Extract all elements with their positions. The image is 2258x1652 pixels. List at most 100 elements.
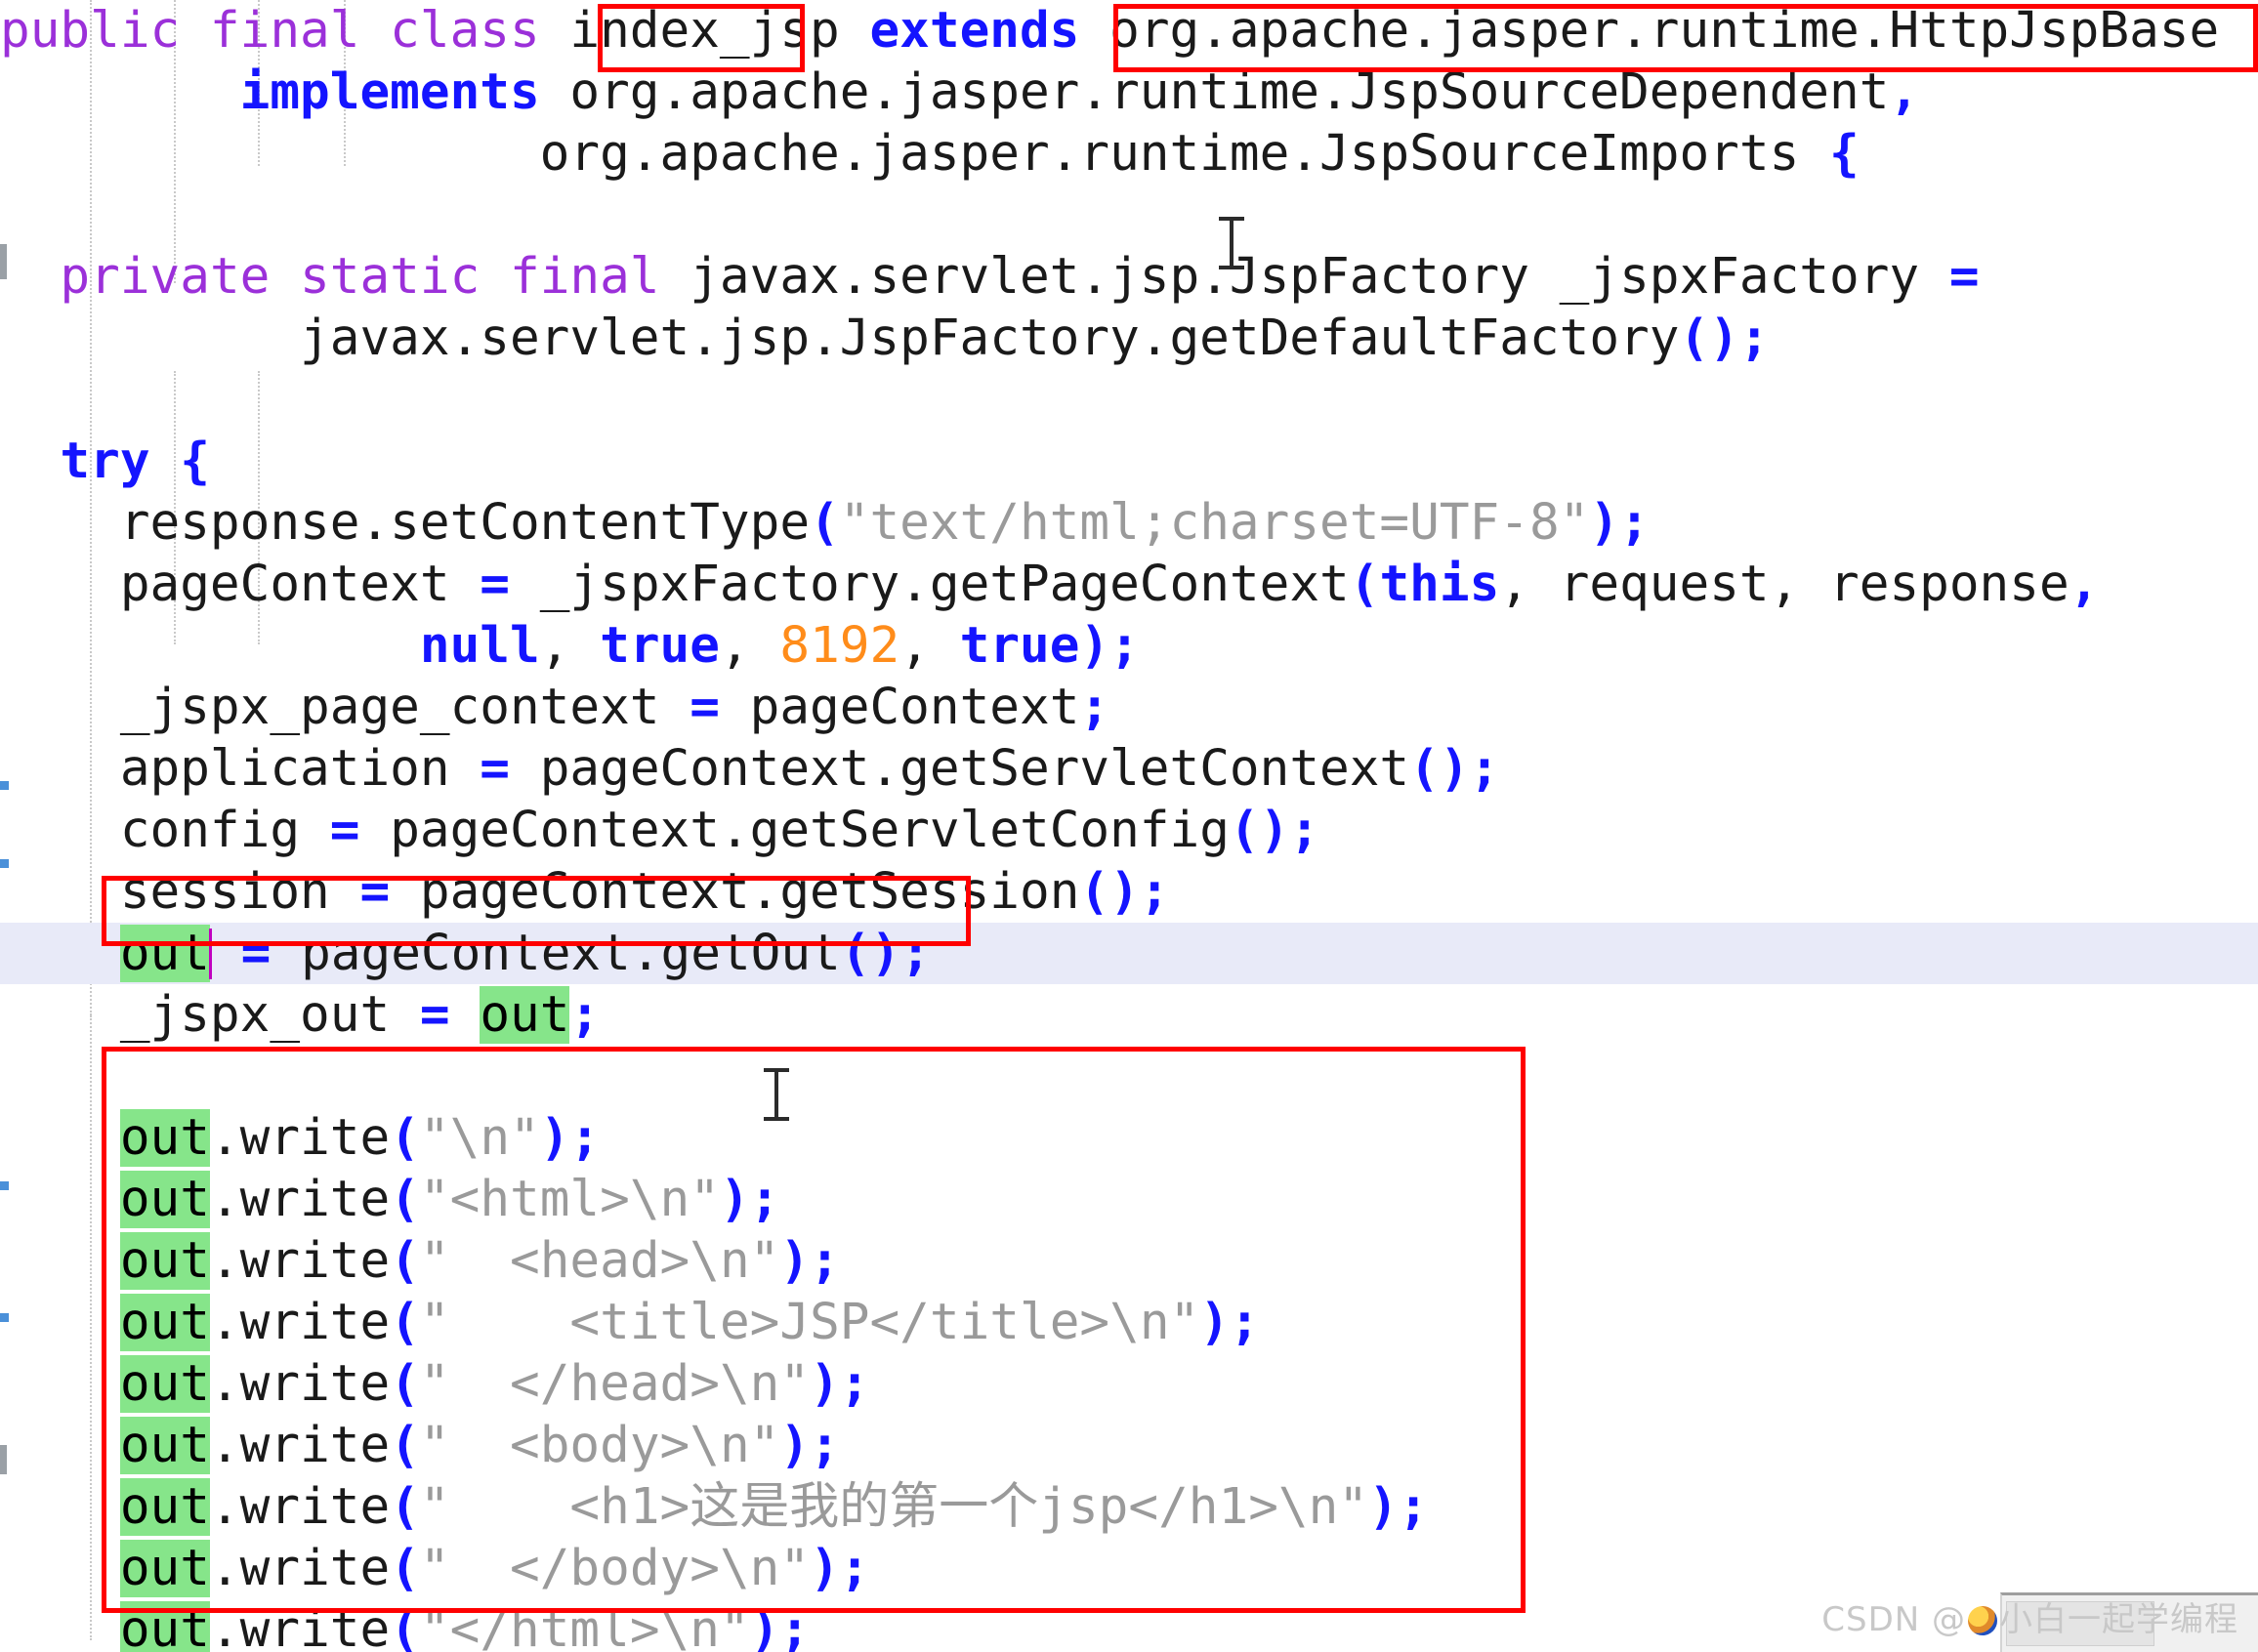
code-token: ; bbox=[1139, 863, 1170, 921]
code-token: { bbox=[1828, 125, 1860, 183]
code-token: ) bbox=[749, 1601, 780, 1652]
code-token: ( bbox=[390, 1232, 420, 1290]
code-token: null bbox=[419, 617, 540, 675]
line-jspx-page-context[interactable]: _jspx_page_context = pageContext; bbox=[0, 677, 2258, 738]
code-token: pageContext.getSession bbox=[390, 863, 1080, 921]
code-token: 这是我的第一个 bbox=[690, 1478, 1039, 1536]
code-token: ; bbox=[749, 1171, 780, 1228]
line-write-head-open[interactable]: out.write(" <head>\n"); bbox=[0, 1230, 2258, 1292]
code-token: "text/html;charset=UTF-8" bbox=[839, 494, 1590, 552]
code-token: ; bbox=[1398, 1478, 1429, 1536]
code-token: true bbox=[600, 617, 720, 675]
code-token: ; bbox=[1079, 679, 1110, 736]
code-token: .write bbox=[209, 1294, 391, 1351]
line-jspxfactory-init[interactable]: javax.servlet.jsp.JspFactory.getDefaultF… bbox=[0, 308, 2258, 369]
code-editor-viewport[interactable]: public final class index_jsp extends org… bbox=[0, 0, 2258, 1652]
code-token: out bbox=[119, 1478, 210, 1536]
code-token: ; bbox=[1289, 802, 1320, 859]
code-token: try bbox=[60, 433, 150, 490]
code-token: = bbox=[480, 556, 510, 613]
code-token: _jspxFactory.getPageContext bbox=[510, 556, 1350, 613]
line-jspx-out[interactable]: _jspx_out = out; bbox=[0, 984, 2258, 1046]
line-blank-2[interactable] bbox=[0, 369, 2258, 431]
code-token: ; bbox=[1229, 1294, 1260, 1351]
code-token: "</html>\n" bbox=[419, 1601, 750, 1652]
line-write-body-close[interactable]: out.write(" </body>\n"); bbox=[0, 1538, 2258, 1599]
line-implements[interactable]: implements org.apache.jasper.runtime.Jsp… bbox=[0, 62, 2258, 123]
code-token: ) bbox=[539, 1109, 570, 1167]
code-token: extends bbox=[869, 2, 1080, 60]
code-token: out bbox=[119, 1109, 210, 1167]
code-token: true bbox=[959, 617, 1080, 675]
code-token: javax.servlet.jsp.JspFactory.getDefaultF… bbox=[0, 310, 1680, 367]
line-write-head-close[interactable]: out.write(" </head>\n"); bbox=[0, 1353, 2258, 1415]
code-token: = bbox=[480, 740, 510, 798]
line-blank-3[interactable] bbox=[0, 1046, 2258, 1107]
code-token: .write bbox=[209, 1355, 391, 1413]
code-token: = bbox=[240, 925, 272, 982]
line-jspsourceimports[interactable]: org.apache.jasper.runtime.JspSourceImpor… bbox=[0, 123, 2258, 185]
code-token: () bbox=[1679, 310, 1739, 367]
code-token: .write bbox=[209, 1478, 391, 1536]
line-write-html-open[interactable]: out.write("<html>\n"); bbox=[0, 1169, 2258, 1230]
code-token: " <body>\n" bbox=[419, 1417, 780, 1474]
line-pagecontext-args[interactable]: null, true, 8192, true); bbox=[0, 615, 2258, 677]
line-class-decl[interactable]: public final class index_jsp extends org… bbox=[0, 0, 2258, 62]
line-write-h1[interactable]: out.write(" <h1>这是我的第一个jsp</h1>\n"); bbox=[0, 1476, 2258, 1538]
code-token: out bbox=[119, 1355, 210, 1413]
line-application[interactable]: application = pageContext.getServletCont… bbox=[0, 738, 2258, 800]
line-blank-1[interactable] bbox=[0, 185, 2258, 246]
code-token: ; bbox=[839, 1540, 870, 1597]
code-token: .write bbox=[209, 1417, 391, 1474]
code-token: org.apache.jasper.runtime.JspSourceImpor… bbox=[0, 125, 1829, 183]
code-token: .write bbox=[209, 1540, 391, 1597]
code-token: , request, response bbox=[1499, 556, 2070, 613]
code-token: out bbox=[119, 1601, 210, 1652]
code-token: " </body>\n" bbox=[419, 1540, 811, 1597]
code-token: .write bbox=[209, 1109, 391, 1167]
code-token: () bbox=[840, 925, 901, 982]
line-jspxfactory-decl[interactable]: private static final javax.servlet.jsp.J… bbox=[0, 246, 2258, 308]
code-token: () bbox=[1409, 740, 1470, 798]
line-config[interactable]: config = pageContext.getServletConfig(); bbox=[0, 800, 2258, 861]
code-token: ( bbox=[390, 1601, 420, 1652]
code-token: , bbox=[2069, 556, 2100, 613]
line-try[interactable]: try { bbox=[0, 431, 2258, 492]
code-token: out bbox=[119, 1540, 210, 1597]
code-token: ( bbox=[390, 1417, 420, 1474]
code-token: response.setContentType bbox=[0, 494, 811, 552]
code-content[interactable]: public final class index_jsp extends org… bbox=[0, 0, 2258, 1652]
code-token: ) bbox=[1589, 494, 1620, 552]
code-token: .write bbox=[209, 1601, 391, 1652]
code-token: ; bbox=[1619, 494, 1650, 552]
line-out-assign[interactable]: out = pageContext.getOut(); bbox=[0, 923, 2258, 984]
code-token: session bbox=[0, 863, 360, 921]
line-session[interactable]: session = pageContext.getSession(); bbox=[0, 861, 2258, 923]
line-pagecontext-assign[interactable]: pageContext = _jspxFactory.getPageContex… bbox=[0, 554, 2258, 615]
watermark-prefix: CSDN @ bbox=[1821, 1600, 1966, 1639]
code-token: .write bbox=[209, 1171, 391, 1228]
line-write-body-open[interactable]: out.write(" <body>\n"); bbox=[0, 1415, 2258, 1476]
code-token: " </head>\n" bbox=[419, 1355, 811, 1413]
code-token: ) bbox=[1368, 1478, 1399, 1536]
line-write-newline[interactable]: out.write("\n"); bbox=[0, 1107, 2258, 1169]
line-setcontenttype[interactable]: response.setContentType("text/html;chars… bbox=[0, 492, 2258, 554]
code-token: org.apache.jasper.runtime.JspSourceDepen… bbox=[539, 63, 1890, 121]
line-write-title[interactable]: out.write(" <title>JSP</title>\n"); bbox=[0, 1292, 2258, 1353]
code-token: ( bbox=[390, 1355, 420, 1413]
code-token: ) bbox=[779, 1417, 811, 1474]
code-token: () bbox=[1229, 802, 1290, 859]
code-token: = bbox=[419, 986, 450, 1044]
code-token: ; bbox=[1738, 310, 1770, 367]
code-token: .write bbox=[209, 1232, 391, 1290]
